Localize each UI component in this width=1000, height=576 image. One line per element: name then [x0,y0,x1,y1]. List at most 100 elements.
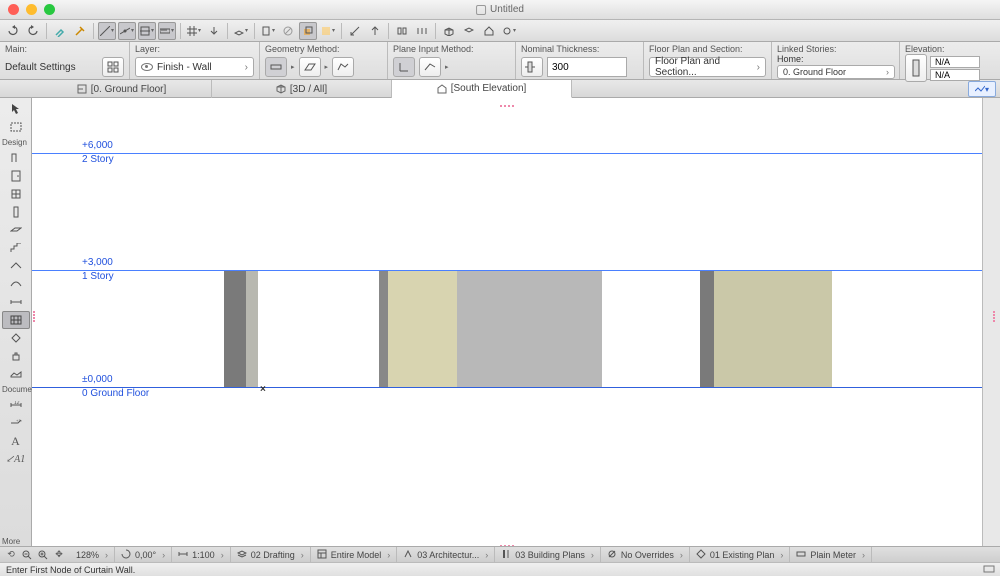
panel-handle-top[interactable] [499,99,515,105]
wall-segment[interactable] [700,271,714,387]
zoom-out-button[interactable] [20,548,34,562]
undo-button[interactable] [4,22,22,40]
arrow-tool[interactable] [2,100,30,118]
settings-icon-button[interactable] [102,57,124,77]
default-settings-link[interactable]: Default Settings [5,62,76,73]
wall-segment[interactable] [714,271,832,387]
label-tool[interactable]: ↙A1 [2,450,30,468]
grid-button[interactable] [185,22,203,40]
plane-slant-button[interactable] [419,57,441,77]
layer-combo[interactable]: 02 Drafting [231,547,311,562]
mvo[interactable]: 01 Existing Plan [690,547,791,562]
object-tool[interactable] [2,347,30,365]
distribute-button[interactable] [413,22,431,40]
tab-south-elevation[interactable]: [South Elevation] [392,80,572,98]
elevation-icon [437,84,447,94]
shell-tool[interactable] [2,275,30,293]
view-options-button[interactable]: ▾ [968,81,996,97]
elevation-tool-button[interactable] [366,22,384,40]
plane-vertical-button[interactable] [393,57,415,77]
elev-1-input[interactable] [930,56,980,68]
tab-3d[interactable]: [3D / All] [212,80,392,98]
dimension-tool[interactable]: 12 [2,396,30,414]
graphic-override[interactable]: No Overrides [601,547,690,562]
pan-button[interactable]: ✥ [52,548,66,562]
zoom-level[interactable]: 128% [70,547,115,562]
dimensions-units[interactable]: Plain Meter [790,547,872,562]
suspend-button[interactable] [279,22,297,40]
level-tool[interactable]: +1.0 [2,414,30,432]
tab-ground-floor[interactable]: [0. Ground Floor] [32,80,212,98]
eyedropper-button[interactable] [51,22,69,40]
panel-handle-bottom[interactable] [499,539,515,545]
wall-segment[interactable] [379,271,388,387]
text-tool[interactable]: A [2,432,30,450]
svg-text:12: 12 [14,401,20,406]
info-box: Main: Default Settings Layer: Finish - W… [0,42,1000,80]
wall-tool[interactable] [2,149,30,167]
align-button[interactable] [393,22,411,40]
mesh-tool[interactable] [2,365,30,383]
drawing-canvas[interactable]: +6,000 2 Story +3,000 1 Story ±0,000 0 G… [32,98,982,546]
renovation-filter[interactable]: 03 Architectur... [397,547,495,562]
zoom-window-button[interactable] [44,4,55,15]
model-filter[interactable]: Entire Model [311,547,398,562]
morph-tool[interactable] [2,329,30,347]
trace-opts-button[interactable] [319,22,337,40]
wall-segment[interactable] [224,271,246,387]
stair-tool[interactable] [2,239,30,257]
thickness-input[interactable] [547,57,627,77]
guideline-2-button[interactable] [118,22,136,40]
story-name-0: 0 Ground Floor [82,388,149,399]
pen-set[interactable]: 03 Building Plans [495,547,601,562]
info-geometry: Geometry Method: ▸ ▸ [260,42,388,79]
rotation-angle[interactable]: 0,00° [115,547,172,562]
slab-tool[interactable] [2,221,30,239]
right-scrollbar-area[interactable] [982,98,1000,546]
column-tool[interactable] [2,203,30,221]
cube-icon [276,84,286,94]
measure-button[interactable] [346,22,364,40]
show-selection-button[interactable] [460,22,478,40]
favorite-button[interactable] [259,22,277,40]
marquee-tool[interactable] [2,118,30,136]
back-nav-button[interactable]: ⟲ [4,548,18,562]
curtain-wall-tool[interactable] [2,311,30,329]
wall-segment[interactable] [388,271,457,387]
elev-2-input[interactable] [930,69,980,81]
door-tool[interactable] [2,167,30,185]
syringe-button[interactable] [71,22,89,40]
geom-slant-button[interactable] [299,57,321,77]
layer-dropdown[interactable]: Finish - Wall [135,57,254,77]
trace-button[interactable] [299,22,317,40]
geom-poly-button[interactable] [332,57,354,77]
ruler-button[interactable] [158,22,176,40]
document-icon [476,5,486,15]
show-3d-button[interactable] [440,22,458,40]
main-toolbar [0,20,1000,42]
close-window-button[interactable] [8,4,19,15]
panel-handle-right[interactable] [993,310,999,326]
beam-tool[interactable] [2,293,30,311]
gravity-button[interactable] [205,22,223,40]
geom-flat-button[interactable] [265,57,287,77]
more-label[interactable]: More [0,535,31,546]
resize-grip-icon[interactable] [983,564,994,575]
window-tool[interactable] [2,185,30,203]
edit-plane-button[interactable] [232,22,250,40]
redo-button[interactable] [24,22,42,40]
floorplan-dropdown[interactable]: Floor Plan and Section... [649,57,766,77]
home-button[interactable] [480,22,498,40]
snap-button[interactable] [138,22,156,40]
roof-tool[interactable] [2,257,30,275]
guideline-1-button[interactable] [98,22,116,40]
home-story-dropdown[interactable]: 0. Ground Floor [777,65,895,79]
thickness-icon-button[interactable] [521,57,543,77]
view-opts-button[interactable] [500,22,518,40]
zoom-in-button[interactable] [36,548,50,562]
wall-segment[interactable] [457,271,602,387]
wall-segment[interactable] [246,271,258,387]
scale[interactable]: 1:100 [172,547,231,562]
minimize-window-button[interactable] [26,4,37,15]
panel-handle-left[interactable] [33,310,39,326]
